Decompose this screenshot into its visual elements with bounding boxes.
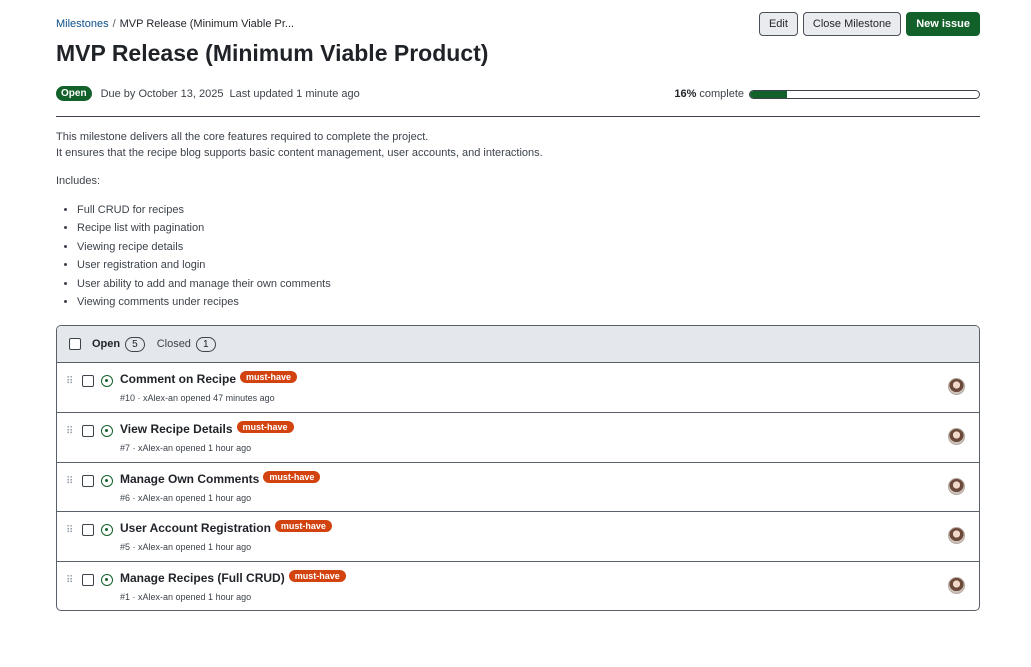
issue-open-icon (101, 574, 113, 587)
tab-closed[interactable]: Closed 1 (156, 336, 216, 352)
issue-row[interactable]: ⠿ Manage Recipes (Full CRUD) must-have #… (57, 562, 979, 610)
issue-open-icon (101, 474, 113, 487)
close-milestone-button[interactable]: Close Milestone (802, 12, 902, 36)
issue-meta: #1 · xAlex-an opened 1 hour ago (120, 592, 252, 603)
issue-checkbox[interactable] (82, 424, 94, 437)
avatar[interactable] (948, 477, 965, 495)
list-item: Recipe list with pagination (77, 219, 956, 237)
issue-link[interactable]: Comment on Recipe (120, 372, 236, 386)
page-title: MVP Release (Minimum Viable Product) (56, 40, 489, 66)
progress-label: complete (699, 88, 744, 100)
drag-handle-icon[interactable]: ⠿ (66, 476, 73, 487)
tab-open-label: Open (92, 338, 121, 350)
issue-meta: #10 · xAlex-an opened 47 minutes ago (120, 393, 275, 403)
label-badge[interactable]: must-have (236, 420, 294, 433)
issue-row[interactable]: ⠿ User Account Registration must-have #5… (57, 512, 979, 563)
breadcrumb-current: MVP Release (Minimum Viable Pr... (119, 18, 295, 30)
issues-list: Open 5 Closed 1 ⠿ Comment on Recipe must… (56, 325, 980, 611)
open-count: 5 (125, 336, 145, 352)
issue-open-icon (101, 375, 113, 387)
issue-open-icon (101, 524, 113, 537)
issue-title: Manage Recipes (Full CRUD) must-have (120, 570, 346, 585)
due-date: Due by October 13, 2025 (100, 87, 224, 100)
list-item: User ability to add and manage their own… (77, 275, 956, 293)
breadcrumb-separator: / (112, 18, 116, 30)
issue-title: View Recipe Details must-have (120, 420, 294, 436)
issue-link[interactable]: Manage Recipes (Full CRUD) (120, 571, 285, 585)
issue-row[interactable]: ⠿ Manage Own Comments must-have #6 · xAl… (57, 463, 979, 513)
label-badge[interactable]: must-have (240, 371, 298, 383)
issue-title: Manage Own Comments must-have (120, 470, 321, 486)
issue-checkbox[interactable] (82, 474, 94, 487)
issue-open-icon (101, 424, 113, 437)
issue-meta: #7 · xAlex-an opened 1 hour ago (120, 442, 252, 453)
drag-handle-icon[interactable]: ⠿ (66, 575, 73, 586)
issue-checkbox[interactable] (82, 375, 94, 387)
issue-checkbox[interactable] (82, 574, 94, 587)
edit-button[interactable]: Edit (758, 12, 798, 36)
issues-header: Open 5 Closed 1 (57, 326, 979, 363)
avatar[interactable] (948, 427, 965, 445)
milestone-meta: Open Due by October 13, 2025 Last update… (56, 86, 360, 101)
includes-list: Full CRUD for recipes Recipe list with p… (56, 201, 956, 311)
issue-link[interactable]: User Account Registration (120, 521, 271, 535)
includes-heading: Includes: (56, 175, 101, 187)
avatar[interactable] (948, 378, 965, 395)
drag-handle-icon[interactable]: ⠿ (66, 376, 73, 387)
progress-bar (749, 89, 980, 99)
avatar[interactable] (948, 527, 965, 545)
breadcrumb-milestones-link[interactable]: Milestones (56, 18, 109, 30)
label-badge[interactable]: must-have (274, 520, 332, 533)
issue-link[interactable]: Manage Own Comments (120, 472, 259, 486)
avatar[interactable] (948, 577, 965, 595)
tab-closed-label: Closed (156, 338, 191, 350)
label-badge[interactable]: must-have (288, 570, 346, 583)
progress-percent: 16% (674, 88, 697, 100)
breadcrumb: Milestones / MVP Release (Minimum Viable P… (56, 18, 294, 30)
select-all-checkbox[interactable] (69, 338, 81, 350)
issue-row[interactable]: ⠿ View Recipe Details must-have #7 · xAl… (57, 413, 979, 463)
progress-fill (750, 90, 787, 98)
status-badge: Open (56, 86, 92, 101)
description-line-2: It ensures that the recipe blog supports… (56, 147, 543, 159)
milestone-description: This milestone delivers all the core fea… (56, 129, 956, 311)
new-issue-button[interactable]: New issue (906, 12, 980, 36)
drag-handle-icon[interactable]: ⠿ (66, 525, 73, 536)
label-badge[interactable]: must-have (263, 470, 321, 483)
list-item: Viewing comments under recipes (77, 293, 956, 311)
issue-row[interactable]: ⠿ Comment on Recipe must-have #10 · xAle… (57, 363, 979, 413)
tab-open[interactable]: Open 5 (92, 336, 145, 352)
progress: 16% complete (674, 88, 980, 100)
issue-title: Comment on Recipe must-have (120, 371, 298, 386)
last-updated: Last updated 1 minute ago (229, 87, 360, 100)
issue-checkbox[interactable] (82, 524, 94, 537)
closed-count: 1 (195, 336, 216, 352)
description-line-1: This milestone delivers all the core fea… (56, 131, 429, 143)
list-item: Viewing recipe details (77, 238, 956, 256)
list-item: Full CRUD for recipes (77, 201, 956, 219)
divider (56, 116, 980, 117)
issue-meta: #5 · xAlex-an opened 1 hour ago (120, 542, 252, 553)
issue-link[interactable]: View Recipe Details (120, 422, 233, 436)
list-item: User registration and login (77, 256, 956, 274)
issue-meta: #6 · xAlex-an opened 1 hour ago (120, 492, 252, 503)
header-actions: Edit Close Milestone New issue (758, 12, 980, 36)
drag-handle-icon[interactable]: ⠿ (66, 426, 73, 437)
issue-title: User Account Registration must-have (120, 520, 332, 535)
